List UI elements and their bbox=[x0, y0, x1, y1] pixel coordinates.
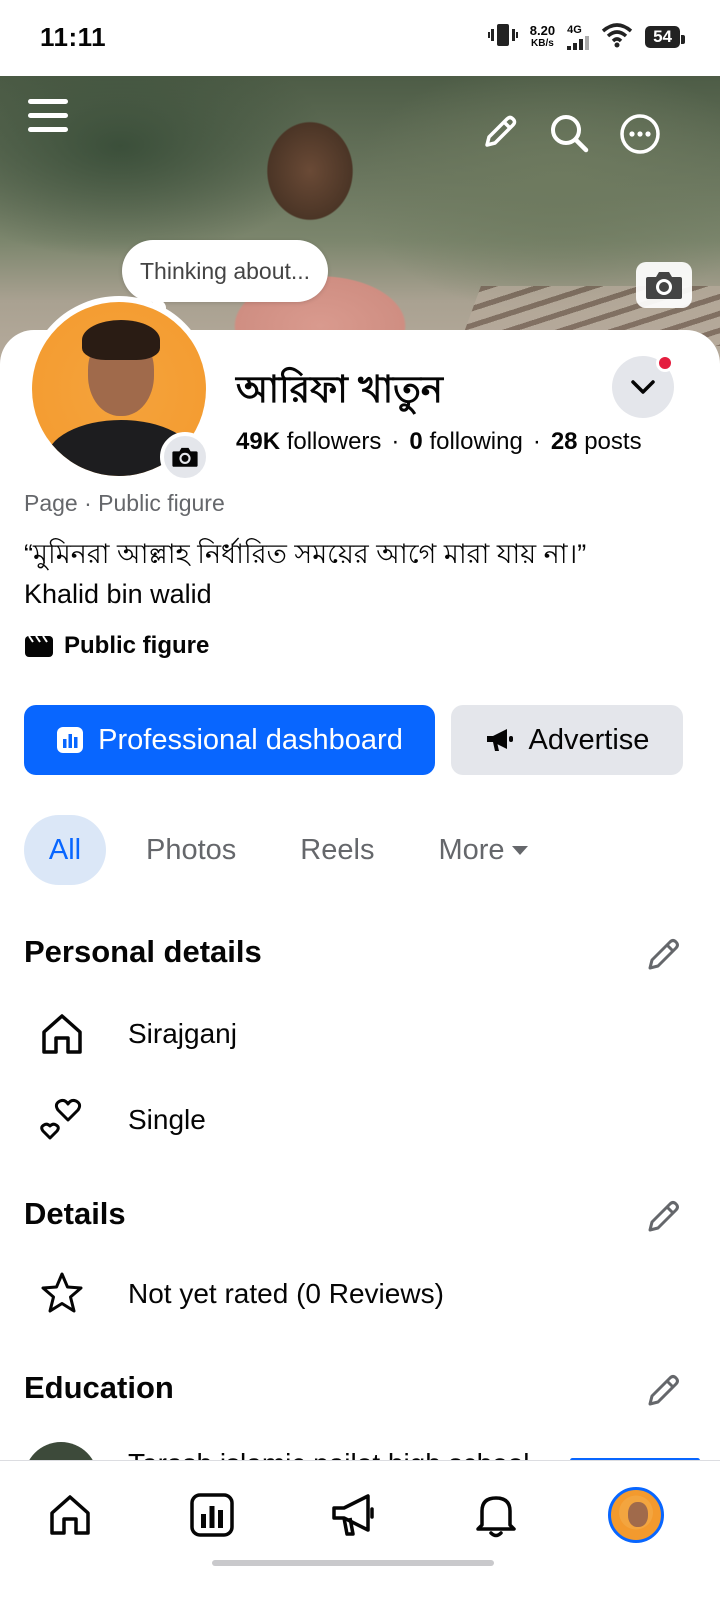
avatar bbox=[608, 1487, 664, 1543]
cover-camera-icon[interactable] bbox=[636, 262, 692, 308]
edit-education-icon[interactable] bbox=[642, 1368, 686, 1412]
dashboard-icon bbox=[57, 727, 84, 753]
location-row: Sirajganj bbox=[36, 1008, 237, 1060]
edit-icon[interactable] bbox=[480, 112, 520, 152]
cellular-signal: 4G bbox=[567, 24, 590, 50]
rating-value: Not yet rated (0 Reviews) bbox=[128, 1278, 444, 1309]
profile-bio: “মুমিনরা আল্লাহ নির্ধারিত সময়ের আগে মার… bbox=[24, 534, 704, 614]
nav-notifications[interactable] bbox=[466, 1485, 526, 1545]
followers-stat[interactable]: 49K followers bbox=[236, 428, 381, 455]
status-time: 11:11 bbox=[40, 22, 107, 52]
tab-more[interactable]: More bbox=[438, 815, 528, 885]
location-value: Sirajganj bbox=[128, 1018, 237, 1049]
bio-author: Khalid bin walid bbox=[24, 579, 212, 609]
profile-name: আরিফা খাতুন bbox=[236, 369, 444, 410]
home-icon bbox=[50, 1495, 90, 1535]
search-icon[interactable] bbox=[548, 112, 590, 154]
notification-dot bbox=[656, 354, 674, 372]
tab-reels[interactable]: Reels bbox=[300, 815, 374, 885]
clapperboard-icon bbox=[25, 635, 53, 657]
personal-details-title: Personal details bbox=[24, 934, 262, 969]
tab-all[interactable]: All bbox=[24, 815, 106, 885]
vibrate-icon bbox=[487, 23, 518, 52]
tab-photos[interactable]: Photos bbox=[146, 815, 236, 885]
relationship-value: Single bbox=[128, 1104, 206, 1135]
following-stat[interactable]: 0 following bbox=[409, 428, 522, 455]
advertise-button[interactable]: Advertise bbox=[451, 705, 683, 775]
home-icon bbox=[36, 1008, 88, 1060]
caret-down-icon bbox=[511, 846, 528, 855]
edit-details-icon[interactable] bbox=[642, 1194, 686, 1238]
profile-tabs: All Photos Reels More bbox=[24, 815, 529, 885]
megaphone-icon bbox=[332, 1494, 374, 1536]
menu-icon[interactable] bbox=[26, 96, 70, 136]
wifi-icon bbox=[601, 22, 633, 53]
chevron-down-icon bbox=[631, 380, 655, 394]
network-speed: 8.20 KB/s bbox=[529, 23, 556, 49]
bell-icon bbox=[476, 1496, 516, 1538]
rating-row: Not yet rated (0 Reviews) bbox=[36, 1268, 444, 1320]
nav-dashboard[interactable] bbox=[182, 1485, 242, 1545]
edit-personal-details-icon[interactable] bbox=[642, 932, 686, 976]
status-icons: 8.20 KB/s 4G 54 bbox=[487, 20, 685, 54]
hearts-icon bbox=[36, 1094, 88, 1146]
status-bar: 11:11 8.20 KB/s 4G 54 bbox=[0, 0, 720, 76]
details-title: Details bbox=[24, 1196, 126, 1231]
megaphone-icon bbox=[486, 729, 513, 751]
dashboard-icon bbox=[190, 1493, 234, 1537]
nav-ads[interactable] bbox=[324, 1485, 384, 1545]
profile-camera-icon[interactable] bbox=[160, 432, 210, 482]
battery-indicator: 54 bbox=[645, 26, 685, 48]
thinking-bubble[interactable]: Thinking about... bbox=[122, 240, 329, 302]
page-meta: Page · Public figure bbox=[24, 490, 225, 516]
professional-dashboard-button[interactable]: Professional dashboard bbox=[24, 705, 435, 775]
nav-home[interactable] bbox=[40, 1485, 100, 1545]
bottom-navigation bbox=[0, 1460, 720, 1600]
bio-quote: “মুমিনরা আল্লাহ নির্ধারিত সময়ের আগে মার… bbox=[24, 539, 587, 569]
gesture-bar[interactable] bbox=[212, 1560, 494, 1566]
more-options-icon[interactable] bbox=[618, 112, 662, 156]
education-title: Education bbox=[24, 1370, 174, 1405]
nav-profile[interactable] bbox=[606, 1485, 666, 1545]
relationship-row: Single bbox=[36, 1094, 206, 1146]
star-icon bbox=[36, 1268, 88, 1320]
page-category: Public figure bbox=[24, 632, 209, 660]
posts-stat[interactable]: 28 posts bbox=[551, 428, 642, 455]
profile-stats: 49K followers · 0 following · 28 posts bbox=[236, 428, 642, 455]
